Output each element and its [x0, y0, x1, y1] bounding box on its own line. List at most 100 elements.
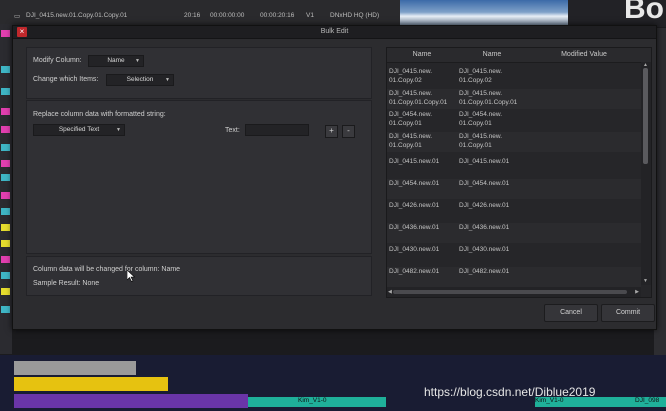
replace-mode-dropdown[interactable]: Specified Text ▼ [33, 124, 125, 136]
table-header: Name Name Modified Value [387, 48, 651, 63]
clip-icon: ▭ [14, 13, 21, 20]
table-row[interactable]: DJI_0454.new.01 DJI_0454.new.01 [387, 179, 641, 199]
cell-name-new: DJI_0415.new. 01.Copy.01 [459, 133, 503, 149]
media-pool-list: ▭ DJI_0415.new.01.Copy.01.Copy.01 20:16 … [0, 0, 400, 28]
preview-title-text: Bo [624, 0, 664, 25]
dialog-title: Bulk Edit [320, 28, 349, 35]
change-items-label: Change which Items: [33, 76, 99, 83]
color-swatch [1, 160, 10, 167]
clip-tc-out: 00:00:20:16 [260, 12, 295, 19]
timeline-clip-kim-1[interactable]: Kim_V1-0 [248, 397, 386, 407]
color-swatch [1, 66, 10, 73]
cell-name-new: DJI_0415.new. 01.Copy.02 [459, 68, 503, 84]
cell-name: DJI_0482.new.01 [389, 268, 440, 275]
clip-tc-in: 00:00:00:00 [210, 12, 245, 19]
table-row[interactable]: DJI_0415.new. 01.Copy.01.Copy.01 DJI_0415… [387, 89, 641, 109]
cell-name-new: DJI_0436.new.01 [459, 224, 510, 231]
cell-name: DJI_0415.new.01 [389, 158, 440, 165]
chevron-down-icon: ▼ [165, 77, 170, 83]
cell-name: DJI_0454.new.01 [389, 180, 440, 187]
cancel-button[interactable]: Cancel [544, 304, 598, 322]
scroll-up-icon[interactable]: ▲ [643, 62, 648, 68]
chevron-down-icon: ▼ [116, 127, 121, 133]
clip-track: V1 [306, 12, 314, 19]
color-swatch [1, 144, 10, 151]
cell-name-new: DJI_0426.new.01 [459, 202, 510, 209]
table-row[interactable]: DJI_0454.new. 01.Copy.01 DJI_0454.new. 01… [387, 110, 641, 130]
color-swatch [1, 224, 10, 231]
timeline-clip-label: Kim_V1-0 [298, 397, 327, 404]
color-swatch [1, 272, 10, 279]
replace-label: Replace column data with formatted strin… [33, 111, 166, 118]
timeline-clip-yellow[interactable] [14, 377, 168, 391]
info-panel: Column data will be changed for column: … [26, 256, 372, 296]
viewer-preview-image [400, 0, 568, 27]
column-change-info: Column data will be changed for column: … [33, 266, 181, 273]
color-swatch [1, 88, 10, 95]
table-row[interactable]: DJI_0415.new.01 DJI_0415.new.01 [387, 157, 641, 177]
remove-button[interactable]: - [342, 125, 355, 138]
change-items-value: Selection [126, 76, 154, 83]
column-header-name-new[interactable]: Name [457, 51, 527, 58]
timeline-clip-purple[interactable] [14, 394, 248, 408]
color-swatch [1, 306, 10, 313]
scroll-right-icon[interactable]: ▶ [635, 289, 639, 295]
modify-column-label: Modify Column: [33, 57, 82, 64]
table-row[interactable]: DJI_0430.new.01 DJI_0430.new.01 [387, 245, 641, 265]
timeline-clip-label: DJI_098 [635, 397, 660, 404]
table-row[interactable]: DJI_0415.new. 01.Copy.01 DJI_0415.new. 01… [387, 132, 641, 152]
cell-name: DJI_0415.new. 01.Copy.02 [389, 68, 433, 84]
cell-name-new: DJI_0430.new.01 [459, 246, 510, 253]
dialog-titlebar[interactable]: × Bulk Edit [13, 26, 656, 39]
text-input[interactable] [245, 124, 309, 136]
table-row[interactable]: DJI_0426.new.01 DJI_0426.new.01 [387, 201, 641, 221]
clip-start: 20:16 [184, 12, 201, 19]
cell-name: DJI_0415.new. 01.Copy.01.Copy.01 [389, 90, 448, 106]
cell-name: DJI_0430.new.01 [389, 246, 440, 253]
timeline[interactable]: Kim_V1-0 Kim_V1-0 DJI_098 [0, 355, 666, 411]
table-row[interactable]: DJI_0482.new.01 DJI_0482.new.01 [387, 267, 641, 287]
cell-name: DJI_0426.new.01 [389, 202, 440, 209]
text-label: Text: [225, 127, 240, 134]
cell-name: DJI_0436.new.01 [389, 224, 440, 231]
column-header-name[interactable]: Name [387, 51, 457, 58]
scroll-left-icon[interactable]: ◀ [388, 289, 392, 295]
replace-mode-value: Specified Text [58, 126, 100, 133]
color-swatch [1, 288, 10, 295]
chevron-down-icon: ▼ [135, 58, 140, 64]
watermark-text: https://blog.csdn.net/Diblue2019 [424, 385, 596, 399]
clip-codec: DNxHD HQ (HD) [330, 12, 380, 19]
column-header-modified-value[interactable]: Modified Value [527, 51, 641, 58]
color-swatch [1, 108, 10, 115]
color-swatch [1, 256, 10, 263]
replace-panel: Replace column data with formatted strin… [26, 100, 372, 254]
table-row[interactable]: DJI_0436.new.01 DJI_0436.new.01 [387, 223, 641, 243]
modify-column-dropdown[interactable]: Name ▼ [88, 55, 144, 67]
sample-result: Sample Result: None [33, 280, 100, 287]
scroll-down-icon[interactable]: ▼ [643, 278, 648, 284]
modify-column-value: Name [107, 57, 125, 64]
left-color-strip [0, 24, 12, 354]
bulk-edit-dialog: × Bulk Edit Modify Column: Name ▼ Change … [12, 25, 657, 330]
scroll-thumb[interactable] [393, 290, 627, 294]
table-row[interactable]: DJI_0415.new. 01.Copy.02 DJI_0415.new. 01… [387, 67, 641, 87]
cell-name-new: DJI_0415.new. 01.Copy.01.Copy.01 [459, 90, 518, 106]
color-swatch [1, 192, 10, 199]
timeline-clip-gray[interactable] [14, 361, 136, 375]
vertical-scrollbar[interactable]: ▼ ▲ [641, 62, 651, 285]
color-swatch [1, 208, 10, 215]
commit-button[interactable]: Commit [601, 304, 655, 322]
cell-name-new: DJI_0482.new.01 [459, 268, 510, 275]
media-pool-row[interactable]: ▭ DJI_0415.new.01.Copy.01.Copy.01 20:16 … [14, 12, 394, 23]
cell-name-new: DJI_0415.new.01 [459, 158, 510, 165]
items-table[interactable]: Name Name Modified Value DJI_0415.new. 0… [386, 47, 652, 298]
timeline-clip-dji[interactable]: DJI_098 [635, 397, 666, 407]
change-items-dropdown[interactable]: Selection ▼ [106, 74, 174, 86]
color-swatch [1, 30, 10, 37]
scroll-thumb[interactable] [643, 68, 648, 164]
clip-name: DJI_0415.new.01.Copy.01.Copy.01 [26, 12, 128, 19]
color-swatch [1, 174, 10, 181]
add-button[interactable]: + [325, 125, 338, 138]
mouse-cursor-icon [127, 270, 135, 282]
horizontal-scrollbar[interactable]: ◀ ▶ [387, 287, 641, 297]
